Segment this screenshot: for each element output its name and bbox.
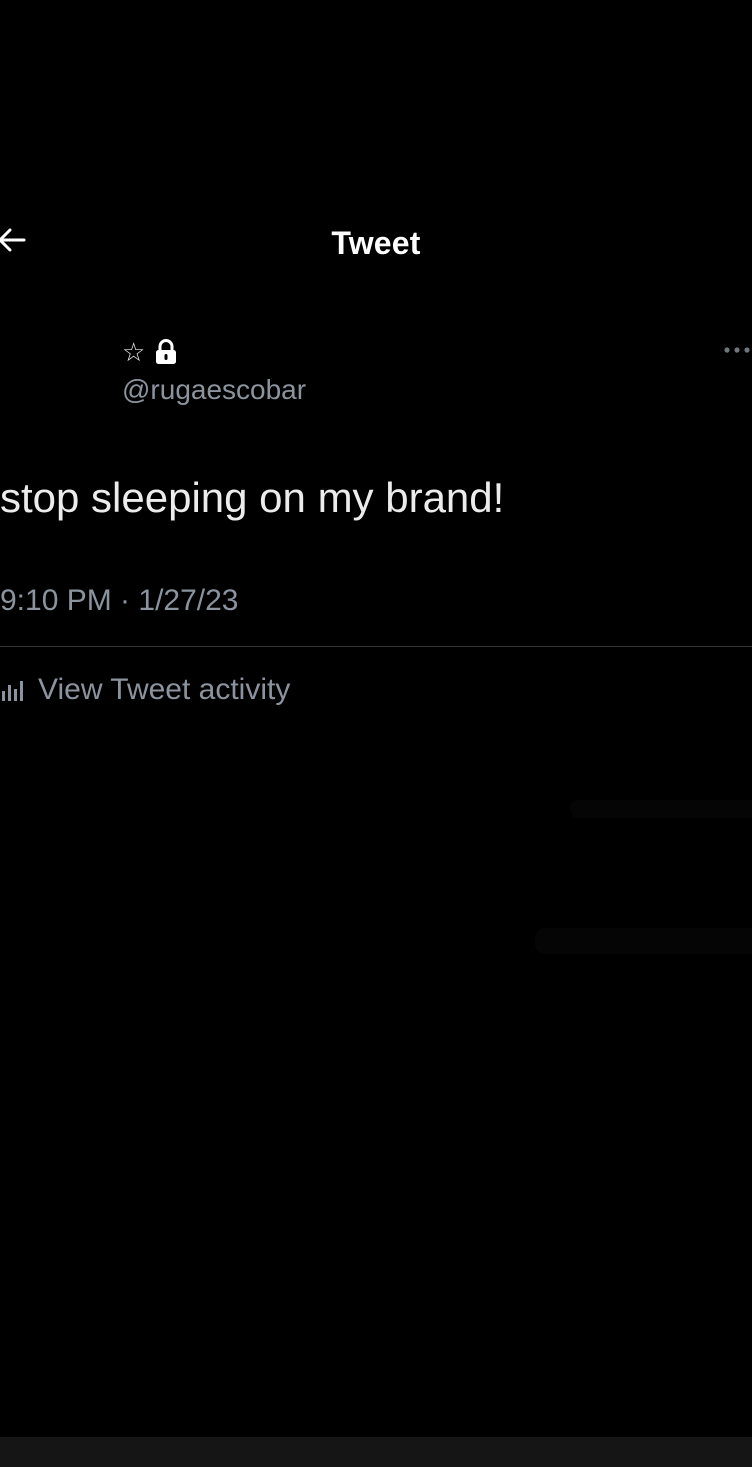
bottom-bar [0,1437,752,1467]
faint-overlay-text [570,800,752,818]
page-title: Tweet [331,225,421,261]
tweet-text: stop sleeping on my brand! [0,474,505,521]
activity-label: View Tweet activity [38,673,291,706]
lock-icon [156,339,177,364]
faint-overlay-watermark [535,928,752,954]
more-horizontal-icon[interactable] [722,340,752,360]
author-badges: ☆ [122,336,306,368]
tweet-author[interactable]: ☆ @rugaescobar [122,336,306,406]
author-handle[interactable]: @rugaescobar [122,374,306,406]
tweet-timestamp[interactable]: 9:10 PM · 1/27/23 [0,584,238,618]
divider [0,646,752,647]
view-tweet-activity-link[interactable]: View Tweet activity [0,668,290,712]
star-icon: ☆ [122,337,146,367]
top-app-bar: Tweet [0,205,752,285]
bar-chart-icon [2,681,23,701]
